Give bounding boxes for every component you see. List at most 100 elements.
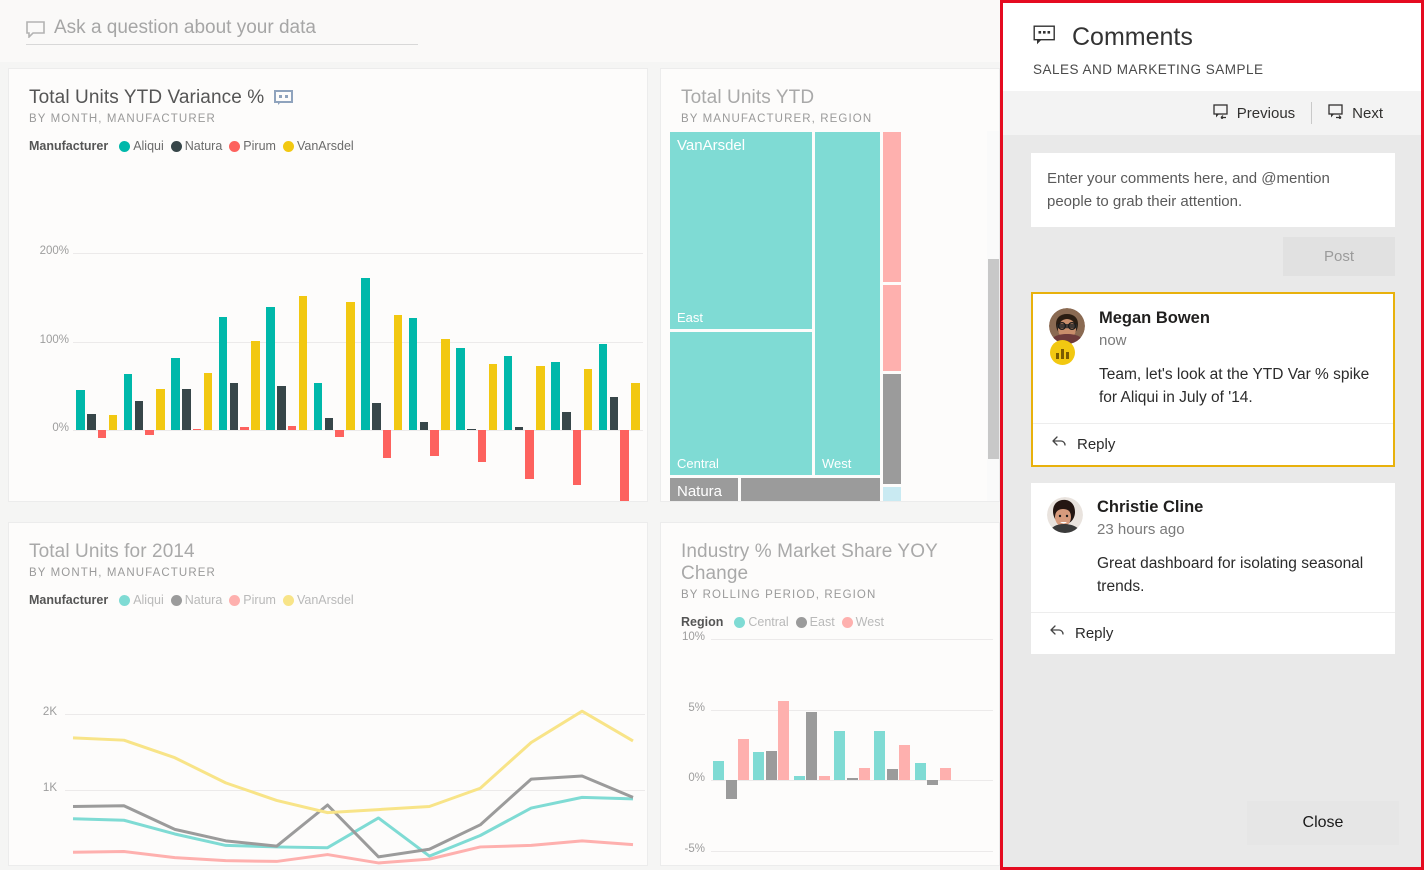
bar[interactable] — [203, 372, 213, 431]
legend-item-pirum[interactable]: Pirum — [229, 593, 276, 607]
treemap-cell[interactable]: Central — [669, 331, 813, 476]
bar[interactable] — [182, 388, 191, 431]
reply-button[interactable]: Reply — [1033, 423, 1393, 465]
bar[interactable] — [266, 307, 275, 431]
comment-input[interactable]: Enter your comments here, and @mention p… — [1031, 153, 1395, 227]
treemap-cell[interactable] — [882, 284, 902, 372]
treemap-plot[interactable]: VanArsdelEastCentralWestNaturaEastCentra… — [669, 131, 991, 501]
bar[interactable] — [806, 712, 818, 781]
line-series[interactable] — [72, 709, 634, 815]
next-comment-button[interactable]: Next — [1312, 103, 1399, 123]
bar[interactable] — [536, 365, 545, 431]
bar[interactable] — [240, 426, 249, 431]
treemap-cell[interactable] — [882, 486, 902, 501]
bar[interactable] — [914, 763, 926, 781]
bar[interactable] — [108, 415, 118, 431]
bar[interactable] — [229, 383, 239, 431]
bar[interactable] — [572, 430, 582, 486]
comment-indicator-icon[interactable] — [274, 90, 294, 106]
legend-item-vanarsdel[interactable]: VanArsdel — [282, 593, 354, 607]
bar[interactable] — [834, 730, 845, 781]
bar[interactable] — [765, 750, 777, 781]
bar[interactable] — [846, 778, 858, 781]
bar[interactable] — [886, 769, 898, 781]
bar[interactable] — [525, 430, 534, 480]
bar[interactable] — [477, 430, 487, 463]
close-button[interactable]: Close — [1247, 801, 1399, 845]
bar[interactable] — [441, 339, 450, 431]
bar[interactable] — [793, 776, 805, 781]
bar[interactable] — [382, 430, 392, 458]
qna-input[interactable]: Ask a question about your data — [26, 17, 418, 45]
treemap-vertical-scrollbar[interactable] — [988, 259, 999, 459]
bar[interactable] — [562, 411, 571, 431]
bar[interactable] — [899, 745, 911, 781]
bar[interactable] — [488, 363, 498, 431]
treemap-cell[interactable] — [882, 131, 902, 283]
bar[interactable] — [134, 401, 144, 431]
bar[interactable] — [145, 430, 154, 435]
bar[interactable] — [313, 383, 323, 431]
line-series[interactable] — [72, 795, 634, 858]
bar[interactable] — [298, 295, 308, 431]
bar[interactable] — [725, 780, 737, 799]
legend-item-west[interactable]: West — [841, 615, 884, 629]
bar[interactable] — [467, 428, 476, 431]
legend-item-natura[interactable]: Natura — [170, 593, 222, 607]
bar[interactable] — [503, 355, 513, 431]
bar[interactable] — [939, 767, 951, 781]
bar[interactable] — [713, 760, 725, 781]
line-series[interactable] — [72, 839, 634, 865]
bar[interactable] — [393, 315, 403, 431]
bar[interactable] — [818, 776, 830, 781]
bar[interactable] — [778, 701, 790, 781]
bar[interactable] — [631, 383, 640, 431]
bar[interactable] — [87, 414, 96, 431]
tile-total-units-2014[interactable]: Total Units for 2014 BY MONTH, MANUFACTU… — [8, 522, 648, 866]
treemap-cell[interactable]: West — [814, 131, 881, 476]
reply-button[interactable]: Reply — [1031, 612, 1395, 654]
legend-item-aliqui[interactable]: Aliqui — [119, 139, 164, 153]
bar[interactable] — [123, 373, 133, 431]
legend-item-aliqui[interactable]: Aliqui — [119, 593, 164, 607]
bar[interactable] — [874, 730, 886, 781]
treemap-cell[interactable]: NaturaEast — [669, 477, 739, 501]
bar[interactable] — [430, 430, 439, 457]
bar[interactable] — [335, 430, 344, 438]
bar[interactable] — [346, 301, 355, 431]
treemap-cell[interactable]: VanArsdel East — [669, 131, 813, 330]
bar[interactable] — [859, 767, 870, 781]
bar[interactable] — [361, 277, 370, 431]
bar[interactable] — [514, 426, 524, 431]
comment-card-christie-cline[interactable]: Christie Cline 23 hours ago Great dashbo… — [1031, 483, 1395, 654]
bar[interactable] — [156, 388, 165, 431]
bar[interactable] — [372, 402, 381, 431]
legend-item-east[interactable]: East — [795, 615, 835, 629]
bar[interactable] — [277, 386, 286, 431]
bar[interactable] — [551, 362, 560, 431]
bar[interactable] — [287, 425, 297, 431]
bar[interactable] — [583, 369, 593, 431]
previous-comment-button[interactable]: Previous — [1197, 103, 1311, 123]
bar[interactable] — [753, 752, 765, 781]
bar[interactable] — [456, 347, 465, 431]
legend-item-central[interactable]: Central — [734, 615, 789, 629]
bar[interactable] — [192, 428, 202, 431]
bar[interactable] — [927, 780, 939, 785]
bar[interactable] — [609, 396, 619, 431]
bar[interactable] — [251, 340, 260, 431]
bar[interactable] — [738, 739, 750, 781]
bar[interactable] — [97, 430, 107, 439]
treemap-cell[interactable]: Central — [740, 477, 881, 501]
bar[interactable] — [419, 422, 429, 431]
bar[interactable] — [598, 344, 608, 431]
legend-item-vanarsdel[interactable]: VanArsdel — [282, 139, 354, 153]
bar[interactable] — [171, 357, 180, 431]
legend-item-pirum[interactable]: Pirum — [229, 139, 276, 153]
tile-total-units-ytd-treemap[interactable]: Total Units YTD BY MANUFACTURER, REGION … — [660, 68, 1000, 502]
tile-industry-market-share[interactable]: Industry % Market Share YOY Change BY RO… — [660, 522, 1000, 866]
bar[interactable] — [324, 417, 334, 431]
bar[interactable] — [218, 316, 228, 431]
tile-total-units-ytd-variance[interactable]: Total Units YTD Variance % BY MONTH, MAN… — [8, 68, 648, 502]
bar[interactable] — [620, 430, 629, 501]
